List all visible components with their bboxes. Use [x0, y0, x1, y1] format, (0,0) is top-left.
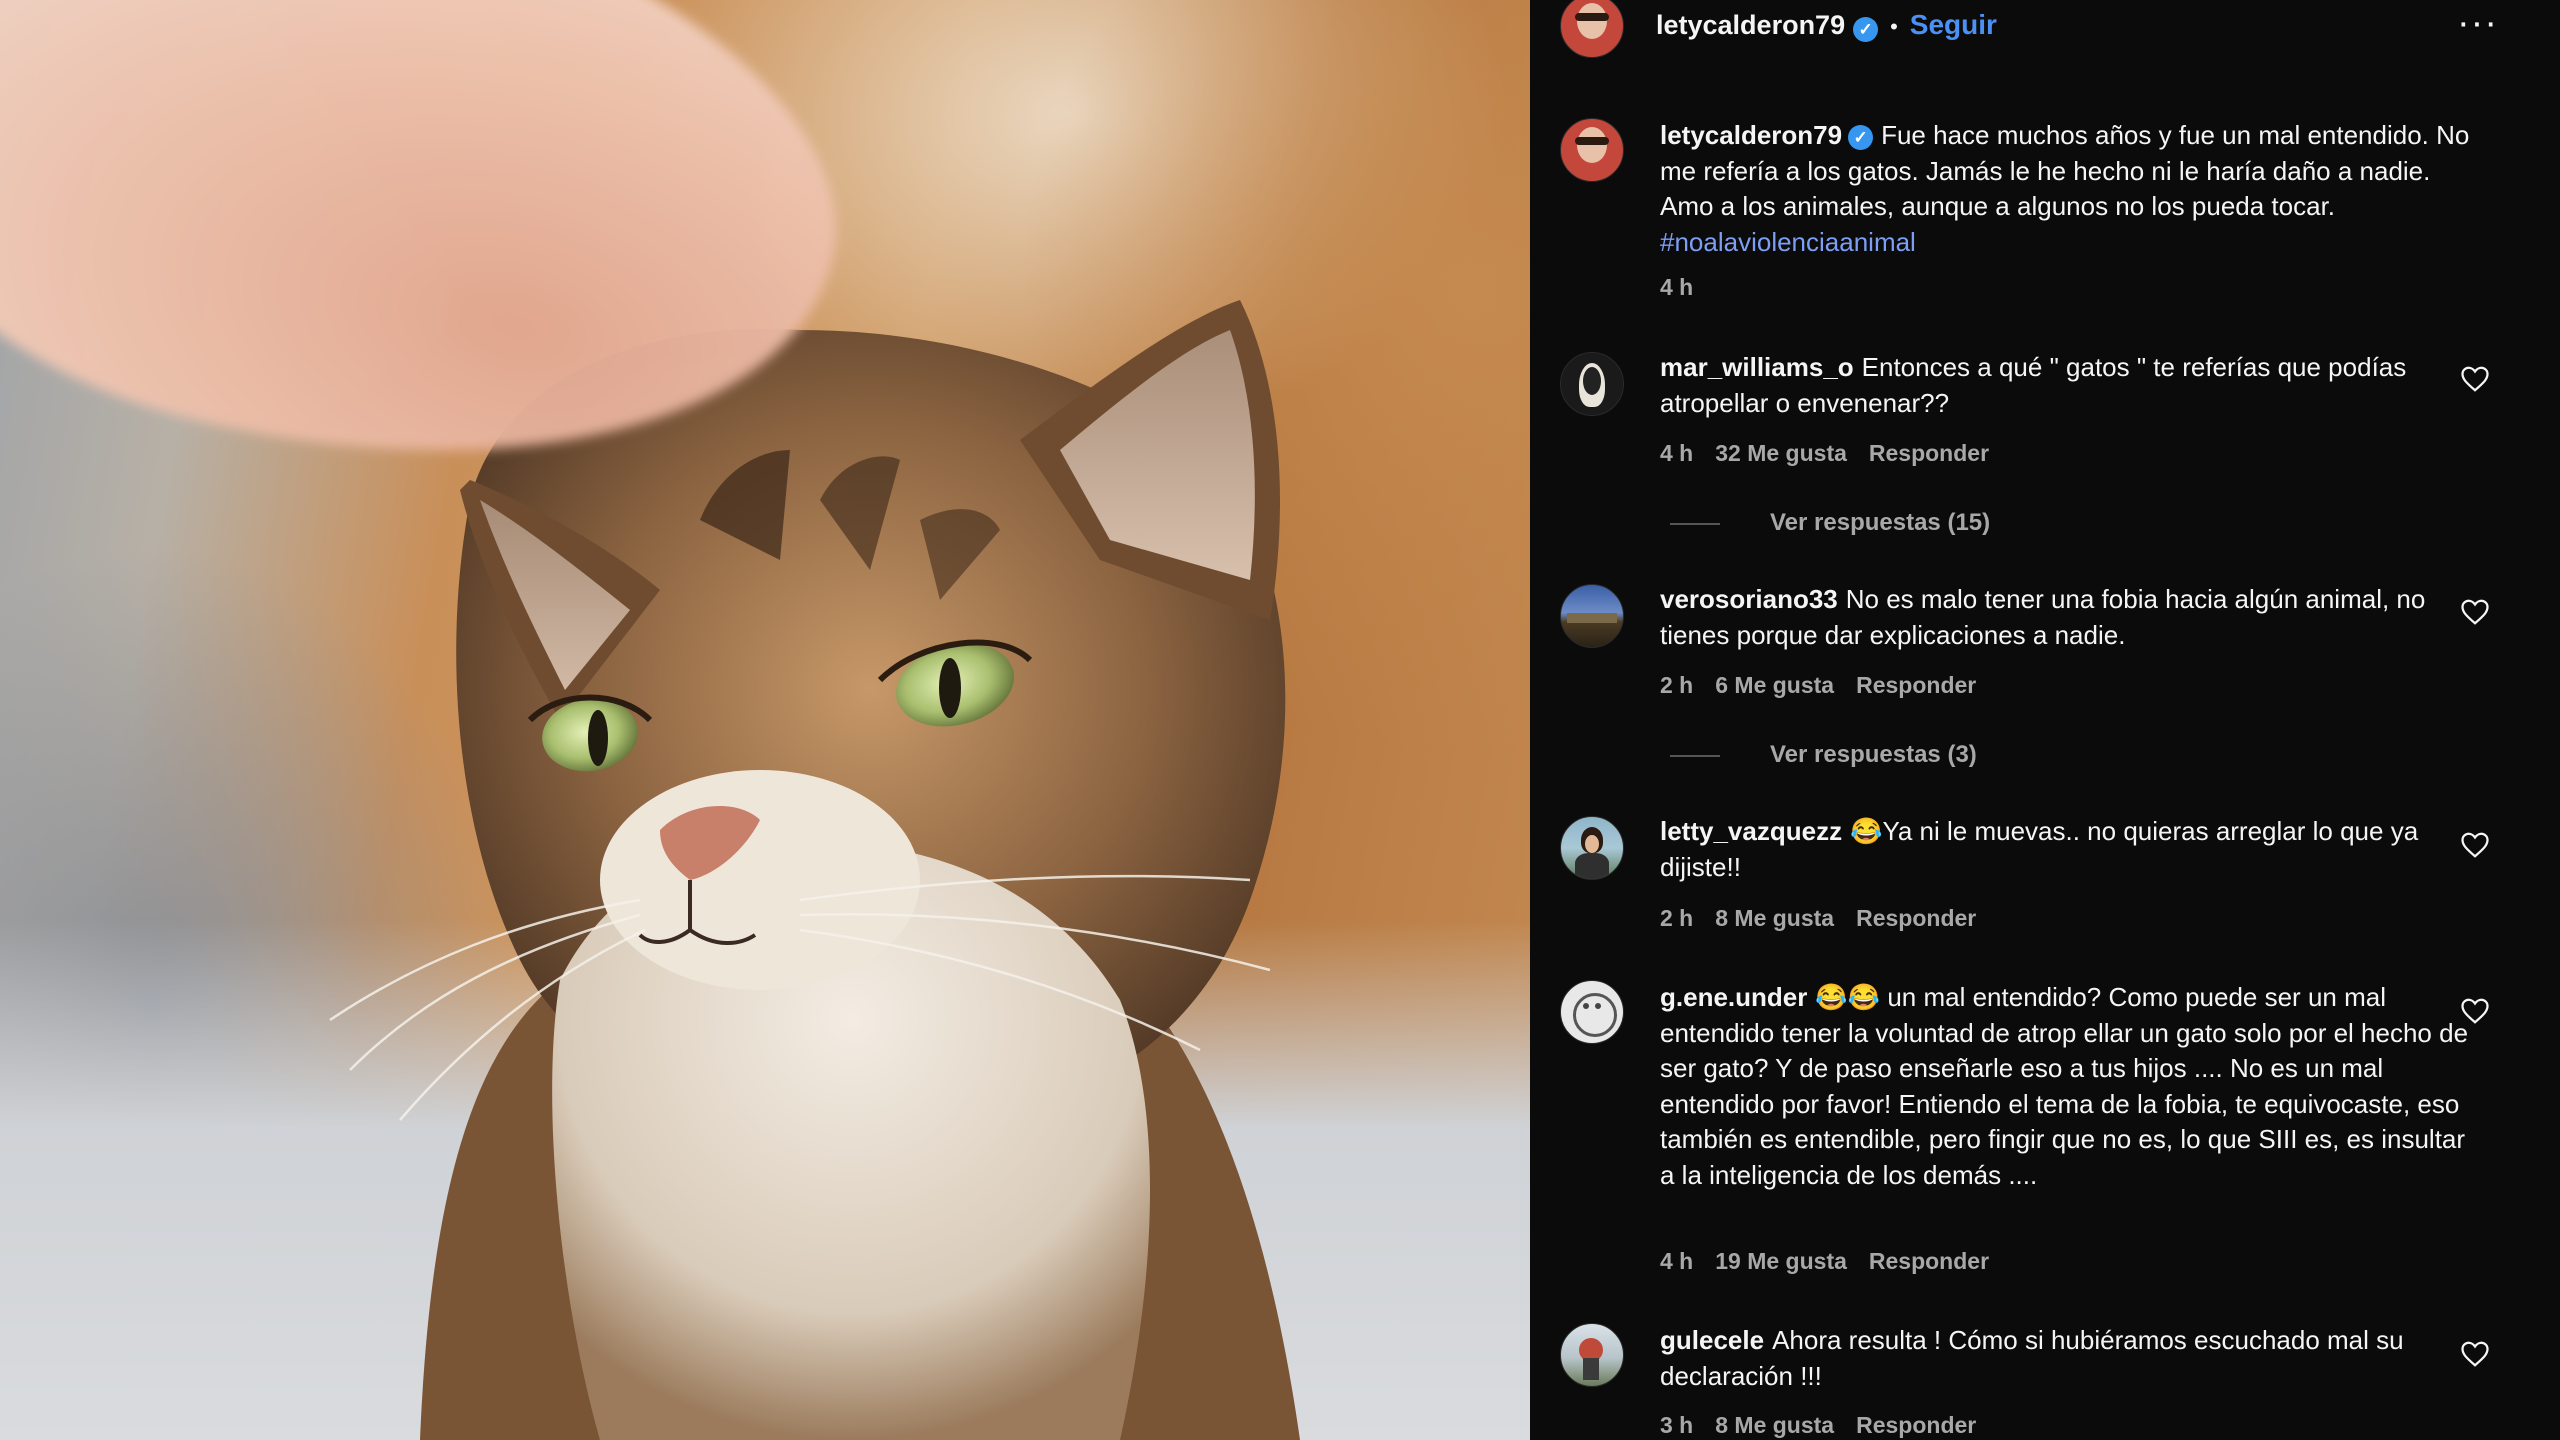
comment-username[interactable]: verosoriano33 [1660, 584, 1838, 614]
reply-button[interactable]: Responder [1869, 1248, 1989, 1274]
separator-dot: • [1890, 14, 1898, 39]
comments-panel: letycalderon79 ✓ • Seguir ··· letycalderon7… [1530, 0, 2560, 1440]
view-replies-button[interactable]: Ver respuestas (15) [1670, 509, 1990, 537]
header-row: letycalderon79 ✓ • Seguir [1656, 8, 1997, 47]
comment-username[interactable]: gulecele [1660, 1325, 1764, 1355]
comment-meta: 3 h 8 Me gusta Responder [1660, 1412, 1998, 1439]
reply-button[interactable]: Responder [1856, 672, 1976, 698]
more-options-icon[interactable]: ··· [2457, 2, 2498, 45]
comment-text: g.ene.under 😂😂 un mal entendido? Como pue… [1660, 980, 2470, 1193]
replies-divider [1670, 522, 1720, 525]
like-heart-icon[interactable] [2460, 830, 2490, 860]
comment-time: 2 h [1660, 672, 1694, 698]
reply-button[interactable]: Responder [1869, 440, 1989, 466]
comment-avatar[interactable] [1560, 352, 1624, 416]
comment-avatar[interactable] [1560, 1323, 1624, 1387]
comment-meta: 2 h 6 Me gusta Responder [1660, 672, 1998, 699]
comment-text: mar_williams_o Entonces a qué " gatos " t… [1660, 350, 2470, 421]
caption-hashtag[interactable]: #noalaviolenciaanimal [1660, 227, 1916, 257]
comment-likes[interactable]: 6 Me gusta [1715, 672, 1834, 698]
comment-username[interactable]: letty_vazquezz [1660, 816, 1842, 846]
header-avatar[interactable] [1560, 0, 1624, 58]
like-heart-icon[interactable] [2460, 1339, 2490, 1369]
comment-username[interactable]: g.ene.under [1660, 982, 1807, 1012]
reply-button[interactable]: Responder [1856, 905, 1976, 931]
comment-likes[interactable]: 19 Me gusta [1715, 1248, 1847, 1274]
comment-avatar[interactable] [1560, 584, 1624, 648]
caption-avatar[interactable] [1560, 118, 1624, 182]
comment-time: 4 h [1660, 1248, 1694, 1274]
verified-badge-icon: ✓ [1848, 124, 1874, 150]
comment-body: Ahora resulta ! Cómo si hubiéramos escuc… [1660, 1325, 2404, 1391]
comment-meta: 4 h 32 Me gusta Responder [1660, 440, 2011, 467]
like-heart-icon[interactable] [2460, 364, 2490, 394]
caption-text: letycalderon79 ✓ Fue hace muchos años y fu… [1660, 118, 2470, 260]
comment-text: verosoriano33 No es malo tener una fobia … [1660, 582, 2470, 653]
comment-text: gulecele Ahora resulta ! Cómo si hubiéram… [1660, 1323, 2470, 1394]
comment-avatar[interactable] [1560, 816, 1624, 880]
comment-username[interactable]: mar_williams_o [1660, 352, 1854, 382]
verified-badge-icon: ✓ [1853, 17, 1879, 43]
like-heart-icon[interactable] [2460, 996, 2490, 1026]
caption-username[interactable]: letycalderon79 [1660, 120, 1842, 150]
comment-meta: 4 h 19 Me gusta Responder [1660, 1248, 2011, 1275]
comment-text: letty_vazquezz 😂Ya ni le muevas.. no quie… [1660, 814, 2470, 885]
like-heart-icon[interactable] [2460, 597, 2490, 627]
comment-time: 2 h [1660, 905, 1694, 931]
replies-divider [1670, 754, 1720, 757]
comment-body: 😂😂 un mal entendido? Como puede ser un m… [1660, 982, 2469, 1190]
comment-time: 3 h [1660, 1412, 1694, 1438]
post-photo [0, 0, 1530, 1440]
comment-likes[interactable]: 8 Me gusta [1715, 1412, 1834, 1438]
header-username[interactable]: letycalderon79 [1656, 10, 1845, 40]
comment-likes[interactable]: 32 Me gusta [1715, 440, 1847, 466]
reply-button[interactable]: Responder [1856, 1412, 1976, 1438]
view-replies-label: Ver respuestas (3) [1770, 741, 1977, 768]
caption-meta: 4 h [1660, 274, 1715, 301]
view-replies-label: Ver respuestas (15) [1770, 509, 1991, 536]
comment-meta: 2 h 8 Me gusta Responder [1660, 905, 1998, 932]
comment-avatar[interactable] [1560, 980, 1624, 1044]
view-replies-button[interactable]: Ver respuestas (3) [1670, 741, 1977, 769]
comment-likes[interactable]: 8 Me gusta [1715, 905, 1834, 931]
comment-time: 4 h [1660, 440, 1694, 466]
caption-time: 4 h [1660, 274, 1694, 300]
follow-button[interactable]: Seguir [1910, 9, 1997, 40]
